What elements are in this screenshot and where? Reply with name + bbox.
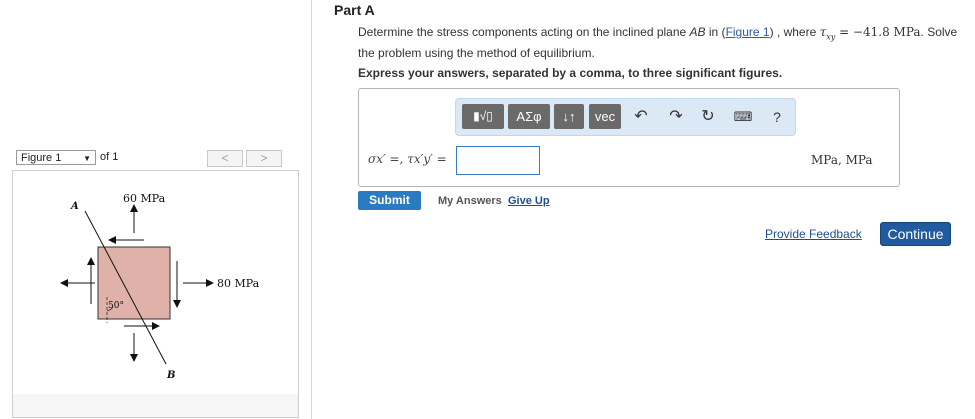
- tau-subscript: xy: [826, 32, 836, 42]
- figure-select[interactable]: Figure 1 ▼: [16, 150, 96, 165]
- prev-figure-button[interactable]: <: [207, 150, 243, 167]
- help-icon[interactable]: ?: [767, 107, 787, 127]
- label-top-stress: 60 MPa: [123, 192, 166, 205]
- my-answers-label: My Answers: [438, 195, 502, 207]
- arrows-button[interactable]: ↓↑: [554, 104, 584, 129]
- answer-units: MPa, MPa: [811, 153, 873, 167]
- label-a: A: [70, 201, 79, 212]
- vec-button[interactable]: vec: [589, 104, 621, 129]
- continue-button[interactable]: Continue: [880, 222, 951, 246]
- answer-input[interactable]: [456, 146, 540, 175]
- label-b: B: [166, 370, 175, 381]
- figure-count: of 1: [100, 151, 119, 163]
- figure-footer: [12, 394, 299, 418]
- label-right-stress: 80 MPa: [217, 277, 260, 290]
- submit-button[interactable]: Submit: [358, 191, 421, 210]
- panel-divider: [311, 0, 312, 419]
- question-mid: in (: [705, 25, 726, 39]
- greek-button[interactable]: ΑΣφ: [508, 104, 550, 129]
- provide-feedback-link[interactable]: Provide Feedback: [765, 227, 862, 241]
- keyboard-icon[interactable]: ⌨: [733, 107, 753, 127]
- templates-button[interactable]: ▮√▯: [462, 104, 504, 129]
- undo-icon[interactable]: ↶: [631, 107, 651, 127]
- question-prefix: Determine the stress components acting o…: [358, 25, 690, 39]
- next-figure-button[interactable]: >: [246, 150, 282, 167]
- label-angle: 50°: [108, 301, 124, 311]
- instruction-text: Express your answers, separated by a com…: [358, 66, 783, 80]
- question-after-link: ) , where: [769, 25, 820, 39]
- give-up-link[interactable]: Give Up: [508, 195, 550, 207]
- redo-icon[interactable]: ↷: [666, 107, 686, 127]
- tau-value: = −41.8 MPa: [835, 25, 921, 39]
- question-plane: AB: [689, 25, 706, 39]
- equation-label: σx′ =, τx′y′ =: [368, 152, 447, 166]
- figure-link[interactable]: Figure 1: [726, 25, 770, 39]
- question-text: Determine the stress components acting o…: [358, 24, 958, 61]
- part-title: Part A: [334, 2, 375, 18]
- reset-icon[interactable]: ↻: [698, 107, 718, 127]
- chevron-down-icon: ▼: [83, 154, 91, 163]
- figure-select-value: Figure 1: [21, 152, 62, 164]
- stress-element-diagram: A B 60 MPa 80 MPa 50°: [60, 192, 260, 381]
